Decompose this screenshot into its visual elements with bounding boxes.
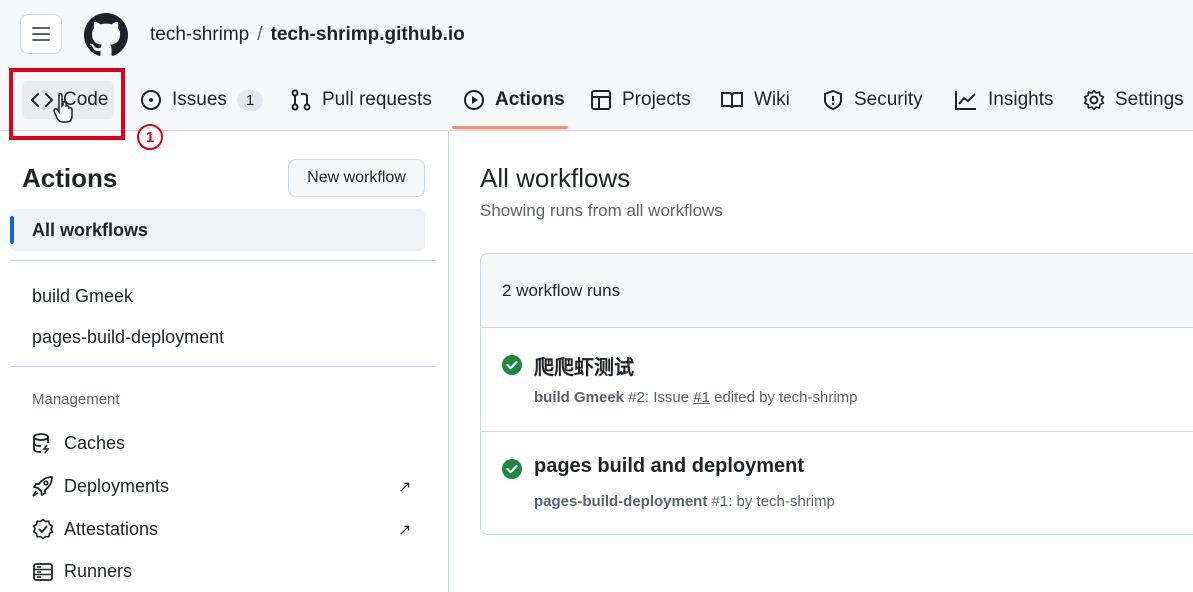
run-meta: build Gmeek #2: Issue #1 edited by tech-… [534, 389, 858, 406]
sidebar-item-runners[interactable]: Runners [32, 561, 132, 582]
github-logo-icon[interactable] [84, 13, 128, 57]
sidebar-item-all-workflows[interactable]: All workflows [10, 209, 425, 251]
sidebar-item-label: Caches [64, 432, 126, 453]
verified-icon [32, 518, 54, 540]
new-workflow-button[interactable]: New workflow [288, 159, 425, 197]
graph-icon [954, 89, 978, 111]
sidebar-item-label: Attestations [64, 518, 159, 539]
sidebar-item-deployments[interactable]: Deployments [32, 475, 169, 497]
server-icon [32, 562, 54, 582]
rocket-icon [32, 475, 54, 497]
run-event-suffix: edited by tech-shrimp [709, 389, 858, 406]
issues-count-badge: 1 [236, 89, 264, 111]
run-issue-link[interactable]: #1 [693, 389, 710, 406]
tab-security[interactable]: Security [822, 80, 923, 120]
tab-projects[interactable]: Projects [590, 80, 691, 120]
tab-label: Security [854, 89, 923, 110]
git-pull-request-icon [290, 89, 312, 111]
sidebar-item-label: Deployments [64, 475, 170, 496]
menu-button[interactable] [20, 14, 62, 54]
repo-tabs: Code Issues 1 Pull requests Actions Proj… [0, 70, 1193, 130]
database-icon [32, 432, 54, 454]
divider [10, 260, 436, 261]
run-title[interactable]: pages build and deployment [534, 455, 804, 478]
tab-label: Pull requests [322, 89, 432, 110]
run-number: #2 [628, 389, 645, 406]
run-meta: pages-build-deployment #1: by tech-shrim… [534, 493, 835, 510]
workflow-runs-list: 2 workflow runs 爬爬虾测试 build Gmeek #2: Is… [480, 253, 1193, 535]
run-event-prefix: : Issue [644, 389, 694, 406]
sidebar-item-pages-build-deployment[interactable]: pages-build-deployment [32, 327, 224, 348]
sidebar-item-attestations[interactable]: Attestations [32, 518, 158, 540]
repo-owner-link[interactable]: tech-shrimp [150, 24, 249, 45]
external-link-icon: ↗ [398, 522, 412, 539]
sidebar-item-label: Runners [64, 561, 133, 581]
check-circle-icon [502, 355, 522, 375]
run-workflow-name: pages-build-deployment [534, 493, 708, 510]
hamburger-icon [32, 27, 50, 41]
page-subtitle: Showing runs from all workflows [480, 201, 723, 220]
runs-list-header: 2 workflow runs [481, 254, 1193, 328]
tab-pull-requests[interactable]: Pull requests [290, 80, 432, 120]
runs-count: 2 workflow runs [502, 281, 621, 300]
repo-name-link[interactable]: tech-shrimp.github.io [271, 24, 465, 45]
tab-label: Insights [988, 89, 1054, 110]
page-title: All workflows [480, 163, 631, 193]
tab-actions[interactable]: Actions [463, 80, 565, 120]
sidebar-title: Actions [22, 163, 118, 193]
workflow-run-row[interactable]: pages build and deployment pages-build-d… [481, 431, 1193, 534]
sidebar-item-label: All workflows [32, 220, 149, 240]
gear-icon [1083, 89, 1105, 111]
shield-icon [822, 89, 844, 111]
breadcrumb: tech-shrimp / tech-shrimp.github.io [150, 24, 465, 46]
run-title[interactable]: 爬爬虾测试 [534, 351, 634, 380]
divider [10, 366, 436, 367]
tab-label: Issues [172, 89, 227, 110]
sidebar-item-build-gmeek[interactable]: build Gmeek [32, 286, 133, 307]
tab-label: Actions [495, 89, 565, 110]
hand-cursor-icon [53, 92, 73, 123]
active-tab-underline [452, 126, 568, 129]
run-number: #1 [711, 493, 729, 510]
tab-label: Wiki [754, 89, 790, 110]
breadcrumb-separator: / [257, 24, 263, 45]
tab-insights[interactable]: Insights [954, 80, 1053, 120]
check-circle-icon [502, 459, 522, 479]
tab-label: Projects [622, 89, 691, 110]
tab-label: Settings [1115, 89, 1184, 110]
main-content: All workflows Showing runs from all work… [449, 131, 1193, 592]
book-icon [720, 90, 744, 110]
table-icon [590, 89, 612, 111]
actions-sidebar: Actions New workflow All workflows build… [0, 131, 449, 592]
external-link-icon: ↗ [398, 479, 412, 496]
tab-issues[interactable]: Issues 1 [140, 80, 264, 120]
tab-wiki[interactable]: Wiki [720, 80, 790, 120]
issue-opened-icon [140, 89, 162, 111]
management-heading: Management [32, 391, 120, 408]
workflow-run-row[interactable]: 爬爬虾测试 build Gmeek #2: Issue #1 edited by… [481, 327, 1193, 432]
play-icon [463, 89, 485, 111]
selected-indicator [10, 216, 14, 244]
run-event-prefix: : by tech-shrimp [728, 493, 835, 510]
run-workflow-name: build Gmeek [534, 389, 625, 406]
tab-settings[interactable]: Settings [1083, 80, 1184, 120]
sidebar-item-caches[interactable]: Caches [32, 432, 125, 454]
repo-header: tech-shrimp / tech-shrimp.github.io Code I… [0, 0, 1193, 131]
